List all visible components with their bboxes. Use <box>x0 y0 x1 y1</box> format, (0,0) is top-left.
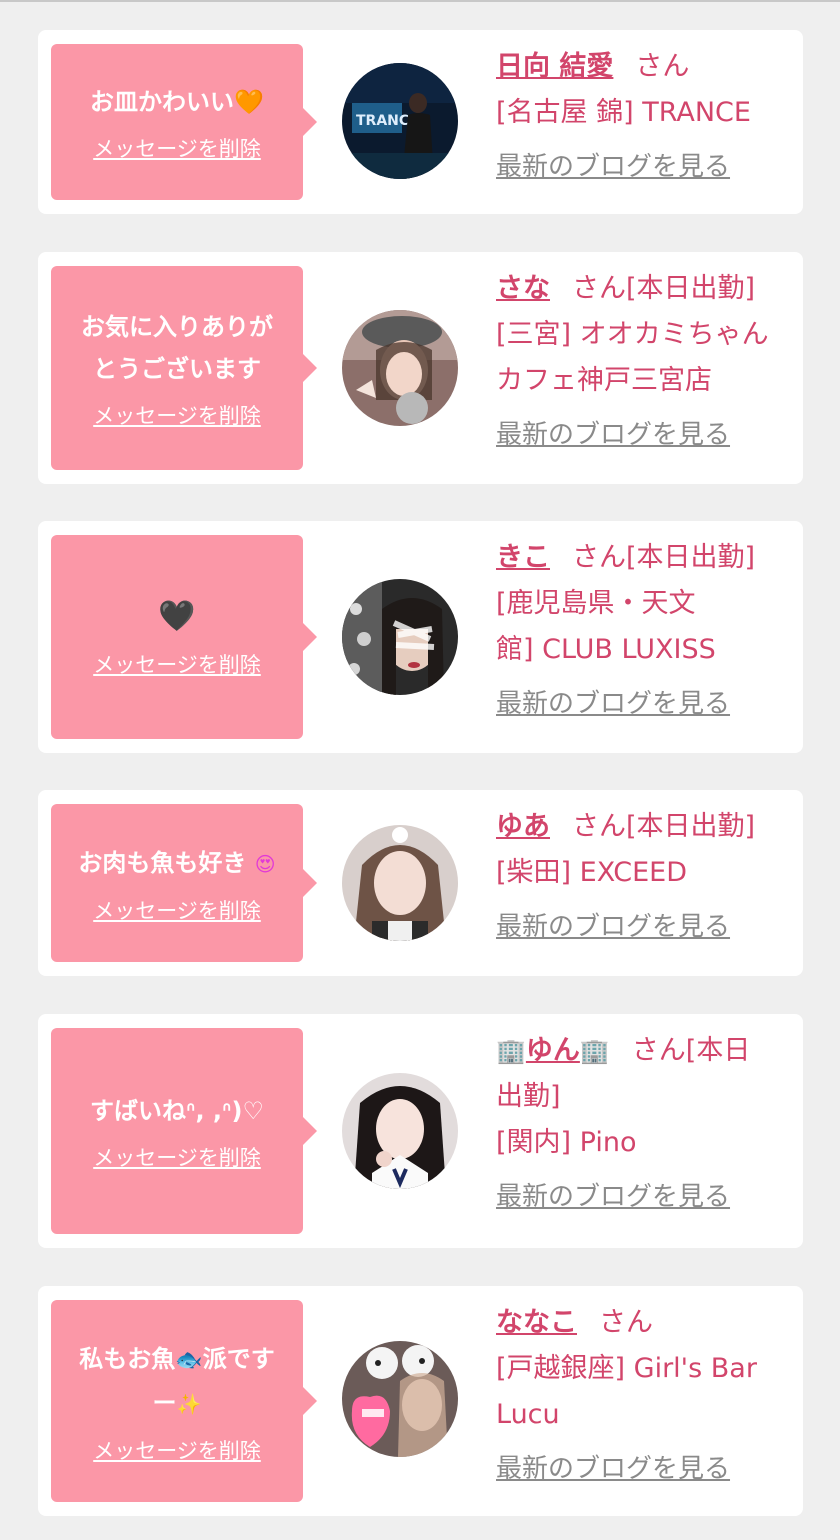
attendance-status: [本日出勤] <box>626 273 756 304</box>
latest-blog-link[interactable]: 最新のブログを見る <box>496 1454 796 1484</box>
latest-blog-link[interactable]: 最新のブログを見る <box>496 1182 796 1212</box>
message-bubble: 私もお魚🐟派です ー✨ メッセージを削除 <box>51 1300 317 1502</box>
message-text: 私もお魚🐟派です ー✨ <box>79 1344 275 1417</box>
shop-name: [三宮] オオカミちゃん <box>496 319 769 350</box>
message-text: 🖤 <box>158 596 195 639</box>
message-card: お皿かわいい🧡 メッセージを削除 TRANCE 日向 結愛 さん [名古屋 錦] … <box>38 30 803 214</box>
avatar[interactable] <box>342 1073 458 1189</box>
latest-blog-link[interactable]: 最新のブログを見る <box>496 420 796 450</box>
honorific: さん <box>631 1035 686 1066</box>
delete-message-button[interactable]: メッセージを削除 <box>93 649 261 679</box>
message-bubble: お気に入りありが とうございます メッセージを削除 <box>51 266 317 470</box>
latest-blog-link[interactable]: 最新のブログを見る <box>496 152 786 182</box>
fish-icon: 🐟 <box>175 1347 203 1373</box>
delete-message-button[interactable]: メッセージを削除 <box>93 400 261 430</box>
cast-name-link[interactable]: ななこ <box>496 1307 577 1338</box>
honorific: さん <box>572 542 626 573</box>
orange-heart-icon: 🧡 <box>234 88 264 116</box>
delete-message-button[interactable]: メッセージを削除 <box>93 895 261 925</box>
sparkles-icon: ✨ <box>176 1391 202 1416</box>
message-text: お気に入りありが とうございます <box>81 313 273 383</box>
shop-name: [鹿児島県・天文 <box>496 588 696 619</box>
message-card: 私もお魚🐟派です ー✨ メッセージを削除 ななこ さん [戸越銀座] Girl's… <box>38 1286 803 1516</box>
delete-message-button[interactable]: メッセージを削除 <box>93 1435 261 1465</box>
cast-info: さな さん[本日出勤] [三宮] オオカミちゃん カフェ神戸三宮店 最新のブログを… <box>496 266 796 450</box>
honorific: さん <box>572 273 626 304</box>
cast-info: きこ さん[本日出勤] [鹿児島県・天文 館] CLUB LUXISS 最新のブロ… <box>496 535 796 719</box>
cast-name-link[interactable]: ゆん <box>526 1035 580 1066</box>
top-divider <box>0 0 840 2</box>
cast-name-link[interactable]: 日向 結愛 <box>496 51 613 82</box>
message-card: お肉も魚も好き 😍 メッセージを削除 ゆあ さん[本日出勤] [柴田] EXCEE… <box>38 790 803 976</box>
delete-message-button[interactable]: メッセージを削除 <box>93 133 261 163</box>
cast-name-link[interactable]: ゆあ <box>496 811 550 842</box>
attendance-status: [本日出勤] <box>626 811 756 842</box>
cast-info: ゆあ さん[本日出勤] [柴田] EXCEED 最新のブログを見る <box>496 804 796 942</box>
message-text: すばいねᐢ, ,ᐢ)♡ <box>89 1097 264 1125</box>
attendance-status-cont: 出勤] <box>496 1081 561 1112</box>
message-card: お気に入りありが とうございます メッセージを削除 さな さん[本日出勤] [三宮… <box>38 252 803 484</box>
attendance-status: [本日 <box>685 1035 751 1066</box>
cast-name-link[interactable]: さな <box>496 273 550 304</box>
black-heart-icon: 🖤 <box>158 598 196 634</box>
cast-info: 🏢ゆん🏢 さん[本日 出勤] [関内] Pino 最新のブログを見る <box>496 1028 796 1212</box>
shop-name-cont: Lucu <box>496 1399 560 1430</box>
shop-name-cont: 館] CLUB LUXISS <box>496 634 716 665</box>
message-text: お肉も魚も好き 😍 <box>78 848 276 877</box>
shop-name-cont: カフェ神戸三宮店 <box>496 365 712 396</box>
honorific: さん <box>572 811 626 842</box>
honorific: さん <box>635 51 690 82</box>
message-bubble: 🖤 メッセージを削除 <box>51 535 317 739</box>
avatar[interactable] <box>342 310 458 426</box>
delete-message-button[interactable]: メッセージを削除 <box>93 1142 261 1172</box>
avatar[interactable]: TRANCE <box>342 63 458 179</box>
latest-blog-link[interactable]: 最新のブログを見る <box>496 689 796 719</box>
message-card: 🖤 メッセージを削除 きこ さん[本日出勤] [鹿児島県・天文 館] CLUB L… <box>38 521 803 753</box>
shop-name: [関内] Pino <box>496 1127 637 1158</box>
cast-info: 日向 結愛 さん [名古屋 錦] TRANCE 最新のブログを見る <box>496 44 786 182</box>
message-bubble: すばいねᐢ, ,ᐢ)♡ メッセージを削除 <box>51 1028 317 1234</box>
message-text: お皿かわいい🧡 <box>90 88 264 116</box>
building-icon: 🏢 <box>579 1037 610 1065</box>
message-bubble: お皿かわいい🧡 メッセージを削除 <box>51 44 317 200</box>
heart-eyes-icon: 😍 <box>254 851 276 876</box>
message-bubble: お肉も魚も好き 😍 メッセージを削除 <box>51 804 317 962</box>
shop-name: [柴田] EXCEED <box>496 857 688 888</box>
honorific: さん <box>599 1307 653 1338</box>
cast-name-link[interactable]: きこ <box>496 542 550 573</box>
latest-blog-link[interactable]: 最新のブログを見る <box>496 912 796 942</box>
avatar[interactable] <box>342 825 458 941</box>
avatar[interactable] <box>342 579 458 695</box>
shop-name: [戸越銀座] Girl's Bar <box>496 1353 757 1384</box>
message-card: すばいねᐢ, ,ᐢ)♡ メッセージを削除 🏢ゆん🏢 さん[本日 出勤] [関内] … <box>38 1014 803 1248</box>
avatar[interactable] <box>342 1341 458 1457</box>
attendance-status: [本日出勤] <box>626 542 756 573</box>
cast-info: ななこ さん [戸越銀座] Girl's Bar Lucu 最新のブログを見る <box>496 1300 796 1484</box>
shop-name: [名古屋 錦] TRANCE <box>496 97 751 128</box>
building-icon: 🏢 <box>496 1037 526 1065</box>
